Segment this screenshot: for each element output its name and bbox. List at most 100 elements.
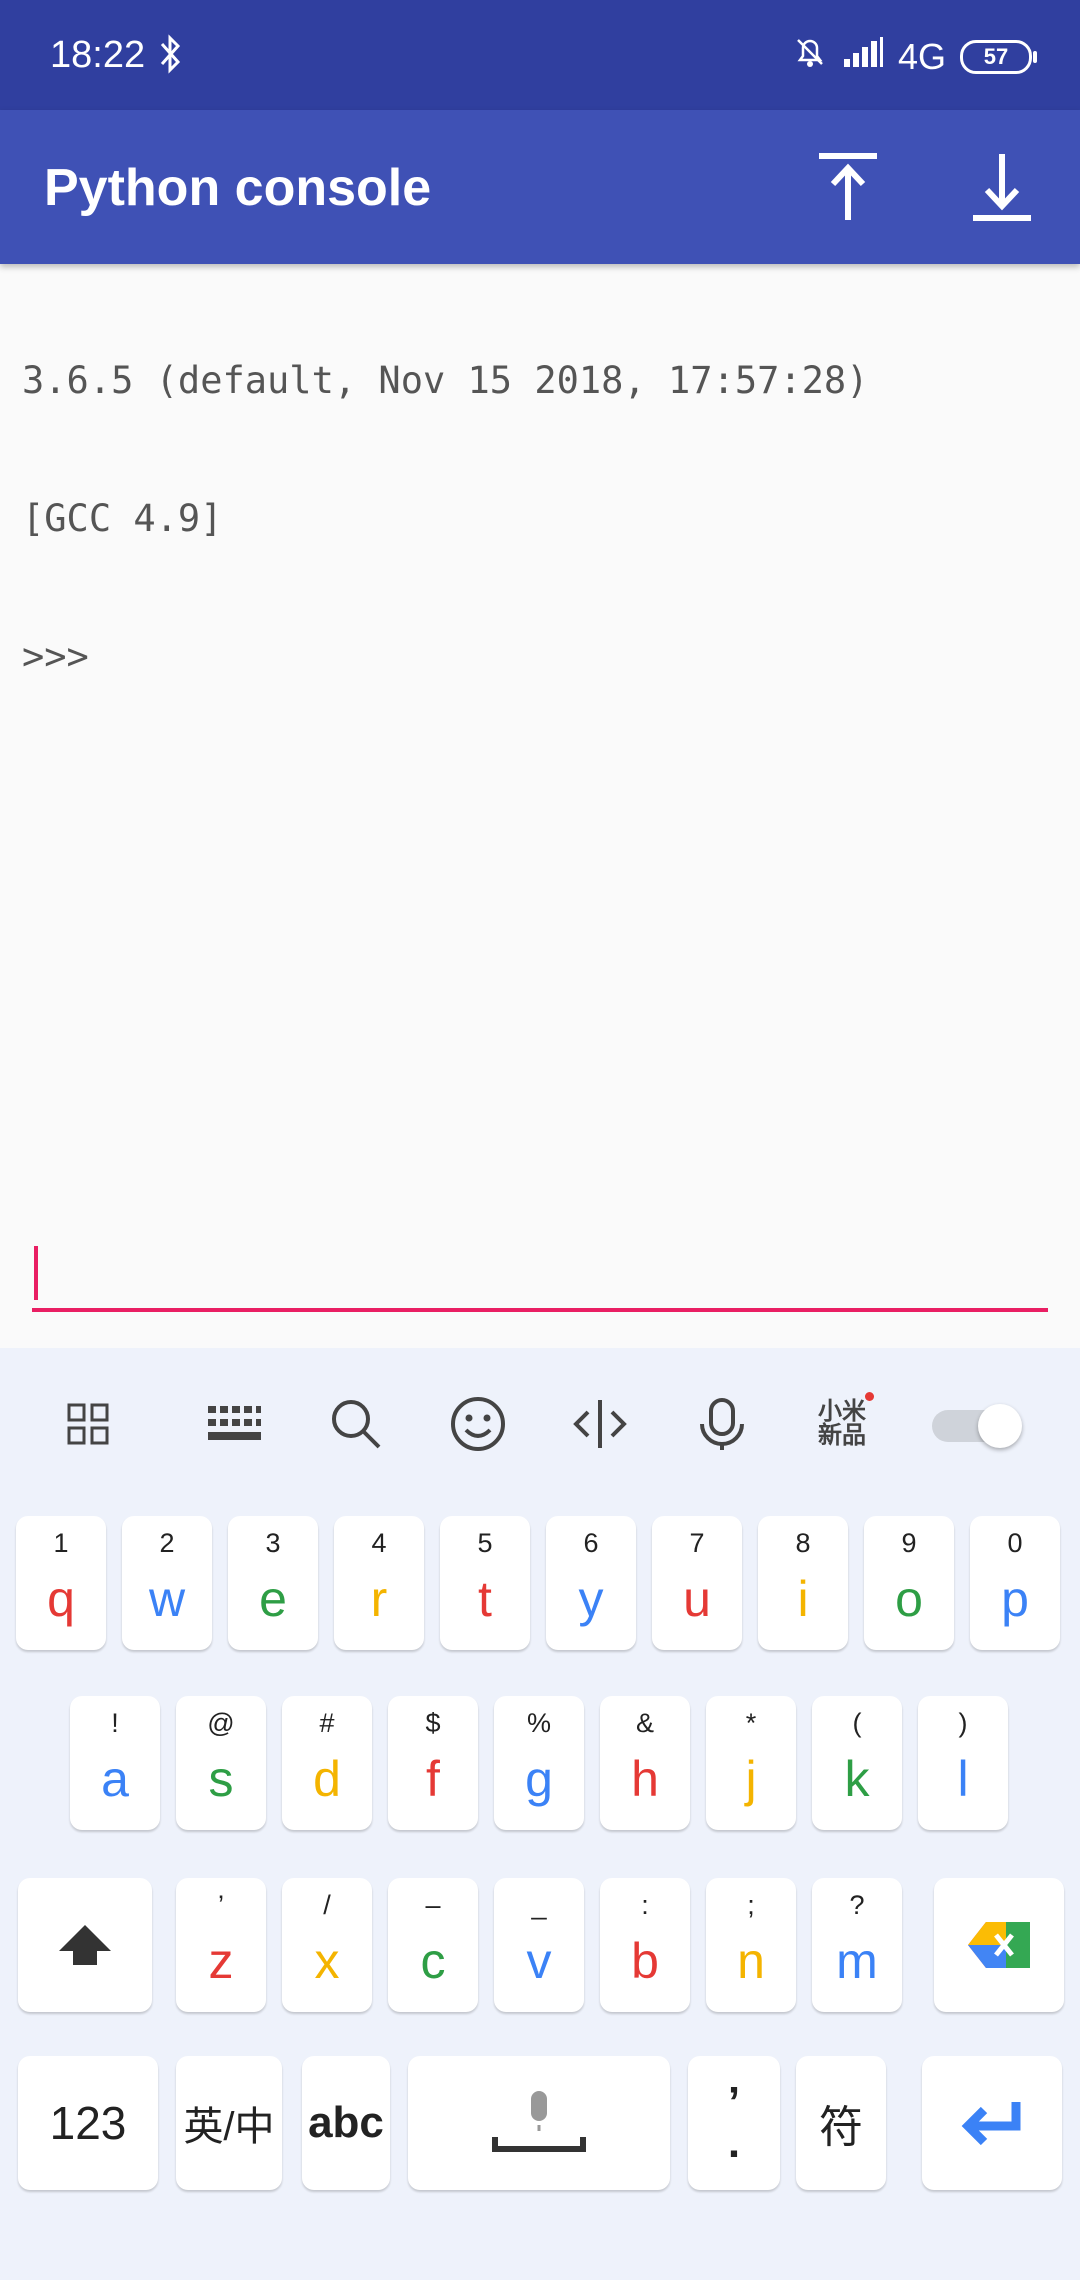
key-p[interactable]: 0p [970, 1516, 1060, 1650]
key-k-label: k [844, 1751, 870, 1807]
key-i[interactable]: 8i [758, 1516, 848, 1650]
key-a-secondary: ! [111, 1708, 119, 1738]
key-v[interactable]: _ v [494, 1878, 584, 2012]
key-z[interactable]: ’ z [176, 1878, 266, 2012]
numbers-key[interactable]: 123 [18, 2056, 158, 2190]
console-line: [GCC 4.9] [22, 497, 223, 540]
key-p-label: p [1001, 1571, 1029, 1627]
language-switch-key[interactable]: 英/中 [176, 2056, 282, 2190]
microphone-icon[interactable] [686, 1388, 758, 1460]
punctuation-key[interactable]: ’ . [688, 2056, 780, 2190]
xiaomi-new-product-icon[interactable]: 小米 新品 [806, 1388, 878, 1460]
key-h-label: h [631, 1751, 659, 1807]
status-time: 18:22 [50, 34, 146, 76]
numbers-key-label: 123 [49, 2097, 127, 2149]
key-s[interactable]: @ s [176, 1696, 266, 1830]
key-h[interactable]: & h [600, 1696, 690, 1830]
scroll-to-bottom-button[interactable] [960, 145, 1044, 229]
grid-menu-icon[interactable] [52, 1388, 124, 1460]
key-u[interactable]: 7u [652, 1516, 742, 1650]
brand-badge-text: 小米 新品 [818, 1398, 866, 1449]
key-w-secondary: 2 [159, 1528, 175, 1558]
signal-icon [842, 35, 884, 78]
space-key[interactable] [408, 2056, 670, 2190]
key-o-secondary: 9 [901, 1528, 917, 1558]
symbols-key[interactable]: 符 [796, 2056, 886, 2190]
key-b[interactable]: :b [600, 1878, 690, 2012]
key-e[interactable]: 3e [228, 1516, 318, 1650]
key-k[interactable]: (k [812, 1696, 902, 1830]
bluetooth-icon [158, 34, 182, 79]
notification-dot [865, 1392, 874, 1401]
punctuation-key-label: ’ . [727, 2078, 741, 2167]
key-j-label: j [745, 1751, 757, 1807]
key-x-secondary: / [323, 1890, 331, 1920]
keyboard-toolbar: 小米 新品 [0, 1348, 1080, 1488]
shift-key[interactable] [18, 1878, 152, 2012]
key-p-secondary: 0 [1007, 1528, 1023, 1558]
toggle-switch[interactable] [932, 1402, 1026, 1450]
keyboard-layout-icon[interactable] [198, 1388, 270, 1460]
key-i-secondary: 8 [795, 1528, 811, 1558]
key-g-secondary: % [526, 1708, 551, 1738]
key-f[interactable]: $ f [388, 1696, 478, 1830]
key-d-label: d [313, 1751, 341, 1807]
key-n[interactable]: ; n [706, 1878, 796, 2012]
key-y-secondary: 6 [583, 1528, 599, 1558]
download-icon [973, 154, 1031, 221]
key-a-label: a [101, 1751, 129, 1807]
key-c[interactable]: – c [388, 1878, 478, 2012]
key-t-label: t [478, 1571, 492, 1627]
key-x[interactable]: / x [282, 1878, 372, 2012]
key-x-label: x [314, 1933, 340, 1989]
key-g-label: g [525, 1751, 553, 1807]
key-r[interactable]: 4r [334, 1516, 424, 1650]
app-bar: Python console [0, 110, 1080, 264]
key-d[interactable]: # d [282, 1696, 372, 1830]
shift-icon [59, 1925, 111, 1965]
key-c-label: c [420, 1933, 446, 1989]
key-b-secondary: : [641, 1890, 649, 1920]
console-output: 3.6.5 (default, Nov 15 2018, 17:57:28) [… [22, 266, 1062, 726]
battery-icon: 57 [960, 39, 1037, 74]
key-z-secondary: ’ [218, 1890, 224, 1920]
command-input[interactable] [32, 1240, 1048, 1312]
backspace-key[interactable] [934, 1878, 1064, 2012]
search-icon[interactable] [320, 1388, 392, 1460]
key-e-secondary: 3 [265, 1528, 281, 1558]
key-q-label: q [47, 1571, 75, 1627]
key-h-secondary: & [635, 1708, 654, 1738]
scroll-to-top-button[interactable] [806, 145, 890, 229]
text-caret [34, 1246, 38, 1300]
key-o-label: o [895, 1571, 923, 1627]
key-j[interactable]: * j [706, 1696, 796, 1830]
cursor-move-icon[interactable] [564, 1388, 636, 1460]
key-g[interactable]: % g [494, 1696, 584, 1830]
backspace-icon [968, 1922, 1030, 1968]
key-i-label: i [797, 1571, 809, 1627]
language-switch-label: 英/中 [183, 2105, 275, 2149]
console-line: 3.6.5 (default, Nov 15 2018, 17:57:28) [22, 359, 869, 402]
battery-level: 57 [983, 43, 1009, 69]
enter-key[interactable] [922, 2056, 1062, 2190]
key-q-secondary: 1 [53, 1528, 69, 1558]
key-l-label: l [957, 1751, 969, 1807]
key-k-secondary: ( [852, 1708, 862, 1738]
key-r-secondary: 4 [371, 1528, 387, 1558]
abc-key[interactable]: abc [302, 2056, 390, 2190]
symbols-key-label: 符 [819, 2103, 863, 2152]
key-w[interactable]: 2w [122, 1516, 212, 1650]
key-c-secondary: – [425, 1890, 441, 1920]
key-y-label: y [578, 1571, 604, 1627]
key-a[interactable]: ! a [70, 1696, 160, 1830]
key-l[interactable]: ) l [918, 1696, 1008, 1830]
key-y[interactable]: 6y [546, 1516, 636, 1650]
key-q[interactable]: 1q [16, 1516, 106, 1650]
key-o[interactable]: 9o [864, 1516, 954, 1650]
key-t[interactable]: 5t [440, 1516, 530, 1650]
soft-keyboard: 小米 新品 1 q 2 w 3 e 4 r 5 t 6 y 7 u 8 i 9 o 0 p! a @ s # d $ f% g & h * j… [0, 1348, 1080, 2280]
emoji-icon[interactable] [442, 1388, 514, 1460]
key-b-label: b [631, 1933, 659, 1989]
key-s-secondary: @ [207, 1708, 235, 1738]
key-m[interactable]: ? m [812, 1878, 902, 2012]
